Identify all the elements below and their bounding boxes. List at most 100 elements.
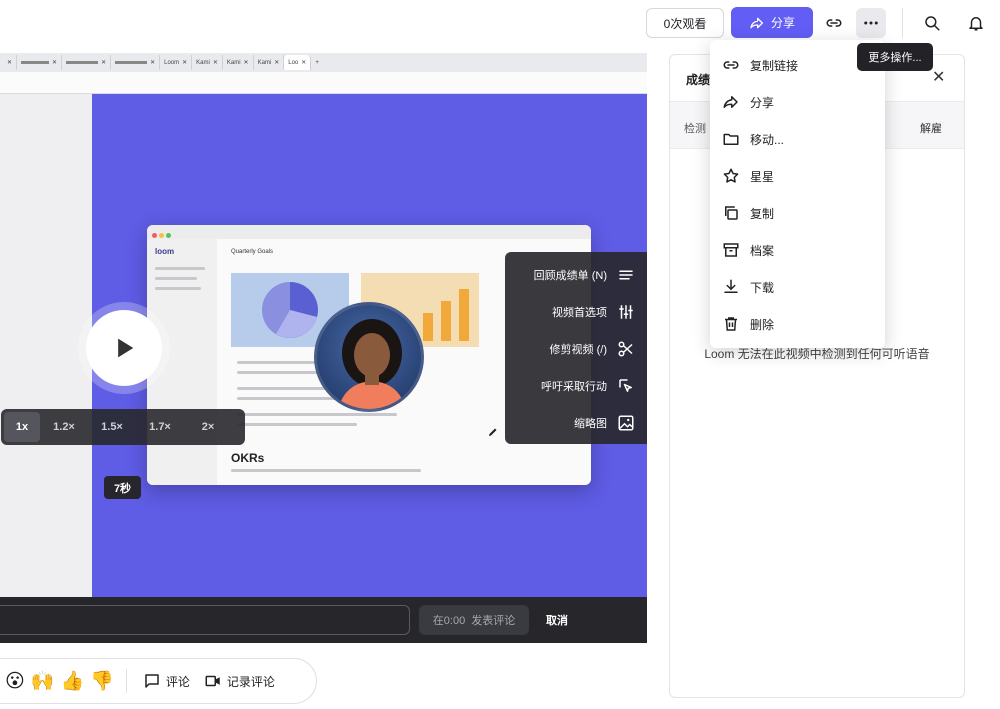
comment-button[interactable]: 评论 [139, 672, 194, 690]
placeholder-line [155, 277, 197, 280]
list-icon [619, 270, 633, 280]
video-tools-menu: 回顾成绩单 (N) 视频首选项 修剪视频 (/) 呼吁采取行动 缩略图 [505, 252, 647, 444]
call-to-action-label: 呼吁采取行动 [541, 381, 607, 393]
trim-video-label: 修剪视频 (/) [549, 344, 607, 356]
download-icon [724, 279, 738, 293]
recorded-doc-title: Quarterly Goals [231, 249, 274, 255]
browser-tab-strip: ✕ ✕ ✕ ✕ Loom ✕ Kami ✕ Kami ✕ Kami ✕ Loo ✕ + [0, 53, 647, 72]
browser-tab: ✕ [17, 55, 63, 70]
menu-item-duplicate[interactable]: 复制 [722, 204, 774, 222]
call-to-action-item[interactable]: 呼吁采取行动 [541, 377, 635, 395]
more-actions-button[interactable] [856, 8, 886, 38]
more-dots-icon [864, 21, 878, 25]
thumbs-up-emoji-button[interactable]: 👍 [60, 672, 84, 691]
menu-item-star[interactable]: 星星 [722, 167, 774, 185]
duplicate-icon [725, 206, 738, 220]
dismiss-notice-button[interactable]: 解雇 [920, 120, 942, 136]
surprised-emoji-button[interactable]: 😮 [5, 672, 25, 691]
post-comment-label: 发表评论 [471, 615, 516, 627]
comment-button-label: 评论 [165, 674, 190, 689]
browser-tab: Kami ✕ [192, 55, 223, 70]
view-count-button[interactable]: 0次观看 [646, 8, 724, 38]
webcam-avatar [314, 302, 424, 412]
share-icon [750, 17, 763, 28]
thumbnail-item[interactable]: 缩略图 [574, 414, 635, 432]
video-preferences-label: 视频首选项 [552, 307, 607, 319]
speed-option-1.2x[interactable]: 1.2× [40, 412, 88, 442]
menu-item-share[interactable]: 分享 [722, 93, 774, 111]
post-comment-button[interactable]: 在0:00 发表评论 [419, 605, 529, 635]
transcript-notice-text: 检测 [684, 123, 706, 135]
transcript-panel-title: 成绩 [686, 73, 711, 87]
record-comment-button[interactable]: 记录评论 [200, 672, 279, 690]
thumbnail-label: 缩略图 [574, 418, 607, 430]
placeholder-line [237, 423, 357, 426]
speed-option-1.7x[interactable]: 1.7× [136, 412, 184, 442]
browser-tab-active: Loo ✕ [284, 55, 312, 70]
video-player[interactable]: ✕ ✕ ✕ ✕ Loom ✕ Kami ✕ Kami ✕ Kami ✕ Loo ✕ + l… [0, 53, 647, 643]
close-panel-button[interactable]: ✕ [932, 67, 945, 87]
play-button[interactable] [86, 310, 162, 386]
video-preferences-item[interactable]: 视频首选项 [552, 303, 635, 321]
search-icon [925, 16, 940, 31]
seconds-badge: 7秒 [104, 476, 141, 499]
placeholder-line [231, 469, 421, 472]
notifications-button[interactable] [961, 8, 991, 38]
record-comment-label: 记录评论 [226, 674, 275, 689]
sliders-icon [619, 305, 633, 319]
reaction-bar: 😮 🙌 👍 👎 评论 记录评论 [0, 658, 317, 704]
new-tab-icon: + [315, 59, 319, 66]
comment-bar: 在0:00 发表评论 取消 [0, 597, 647, 643]
playback-speed-selector: 1x 1.2× 1.5× 1.7× 2× [1, 409, 245, 445]
share-button[interactable]: 分享 [731, 7, 813, 38]
search-button[interactable] [917, 8, 947, 38]
speed-option-1.5x[interactable]: 1.5× [88, 412, 136, 442]
menu-item-delete[interactable]: 删除 [722, 315, 774, 333]
speed-option-1x[interactable]: 1x [4, 412, 40, 442]
link-icon [826, 19, 842, 27]
raised-hands-emoji-button[interactable]: 🙌 [31, 672, 55, 691]
menu-item-label: 复制链接 [750, 58, 799, 73]
menu-item-copy-link[interactable]: 复制链接 [722, 56, 798, 74]
more-actions-tooltip: 更多操作... [857, 43, 933, 71]
browser-tab: Loom ✕ [160, 55, 193, 70]
loom-logo: loom [155, 247, 175, 256]
placeholder-line [155, 267, 205, 270]
comment-timestamp: 在0:00 [432, 615, 466, 627]
archive-icon [723, 243, 739, 257]
comment-input[interactable] [0, 605, 410, 635]
recorded-sidebar [0, 94, 92, 643]
browser-tab: Kami ✕ [254, 55, 285, 70]
menu-item-archive[interactable]: 档案 [722, 241, 774, 259]
bell-icon [969, 17, 983, 31]
header-divider [902, 8, 903, 38]
cancel-comment-button[interactable]: 取消 [537, 605, 577, 635]
browser-tab: Kami ✕ [223, 55, 254, 70]
browser-tab: ✕ [0, 55, 18, 70]
video-camera-icon [205, 675, 220, 687]
image-icon [618, 415, 634, 431]
menu-item-download[interactable]: 下载 [722, 278, 774, 296]
cursor-icon [619, 379, 632, 392]
more-actions-menu: 复制链接 分享 移动... 星星 复制 档案 下载 删除 [710, 40, 885, 348]
copy-link-button[interactable] [819, 8, 849, 38]
placeholder-line [237, 413, 397, 416]
play-icon [118, 338, 134, 358]
trim-video-item[interactable]: 修剪视频 (/) [550, 340, 635, 358]
share-icon [723, 96, 738, 108]
menu-item-label: 档案 [750, 243, 775, 258]
menu-item-label: 下载 [750, 280, 775, 295]
menu-item-move[interactable]: 移动... [722, 130, 784, 148]
browser-tab: ✕ [62, 55, 112, 70]
speed-option-2x[interactable]: 2× [184, 412, 232, 442]
share-button-label: 分享 [770, 16, 795, 30]
scissors-icon [618, 341, 633, 357]
link-icon [723, 61, 739, 69]
browser-address-bar [0, 72, 647, 94]
review-transcript-item[interactable]: 回顾成绩单 (N) [534, 266, 635, 284]
placeholder-line [155, 287, 201, 290]
menu-item-label: 分享 [750, 95, 775, 110]
recorded-window-titlebar [147, 225, 591, 239]
thumbs-down-emoji-button[interactable]: 👎 [90, 672, 114, 691]
review-transcript-label: 回顾成绩单 (N) [533, 270, 607, 282]
